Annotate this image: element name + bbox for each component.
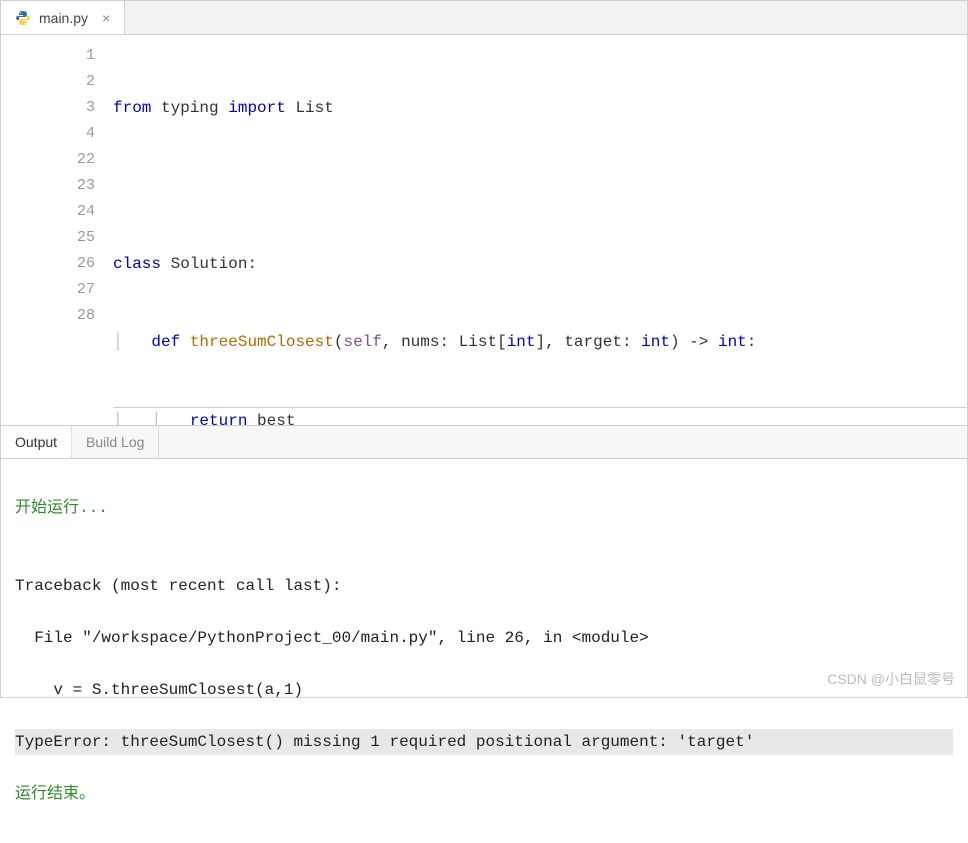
line-number[interactable]: 3: [1, 95, 95, 121]
tab-buildlog[interactable]: Build Log: [72, 426, 159, 458]
line-number[interactable]: 26: [1, 251, 95, 277]
line-number[interactable]: 28: [1, 303, 95, 329]
gutter: 1 2 3 4 22 23 24 25 26 27 28: [1, 35, 109, 425]
output-panel-tabs: Output Build Log: [1, 425, 967, 459]
code-editor[interactable]: 1 2 3 4 22 23 24 25 26 27 28 from typing…: [1, 35, 967, 425]
traceback-line: v = S.threeSumClosest(a,1): [15, 677, 953, 703]
tab-filename: main.py: [39, 10, 88, 26]
traceback-line: Traceback (most recent call last):: [15, 573, 953, 599]
line-number[interactable]: 2: [1, 69, 95, 95]
line-number[interactable]: 27: [1, 277, 95, 303]
line-number[interactable]: 24: [1, 199, 95, 225]
error-line: TypeError: threeSumClosest() missing 1 r…: [15, 729, 953, 755]
tab-bar: main.py ×: [1, 1, 967, 35]
output-panel[interactable]: 开始运行... Traceback (most recent call last…: [1, 459, 967, 843]
line-number[interactable]: 22: [1, 147, 95, 173]
line-number[interactable]: 23: [1, 173, 95, 199]
output-end: 运行结束。: [15, 781, 953, 807]
close-icon[interactable]: ×: [102, 10, 110, 26]
output-start: 开始运行...: [15, 495, 953, 521]
code-area[interactable]: from typing import List class Solution: …: [109, 35, 967, 425]
watermark: CSDN @小白鼠零号: [827, 669, 955, 689]
traceback-line: File "/workspace/PythonProject_00/main.p…: [15, 625, 953, 651]
line-number[interactable]: 1: [1, 43, 95, 69]
line-number[interactable]: 4: [1, 121, 95, 147]
python-icon: [15, 10, 31, 26]
file-tab[interactable]: main.py ×: [1, 1, 125, 34]
tab-output[interactable]: Output: [1, 426, 72, 458]
line-number[interactable]: 25: [1, 225, 95, 251]
